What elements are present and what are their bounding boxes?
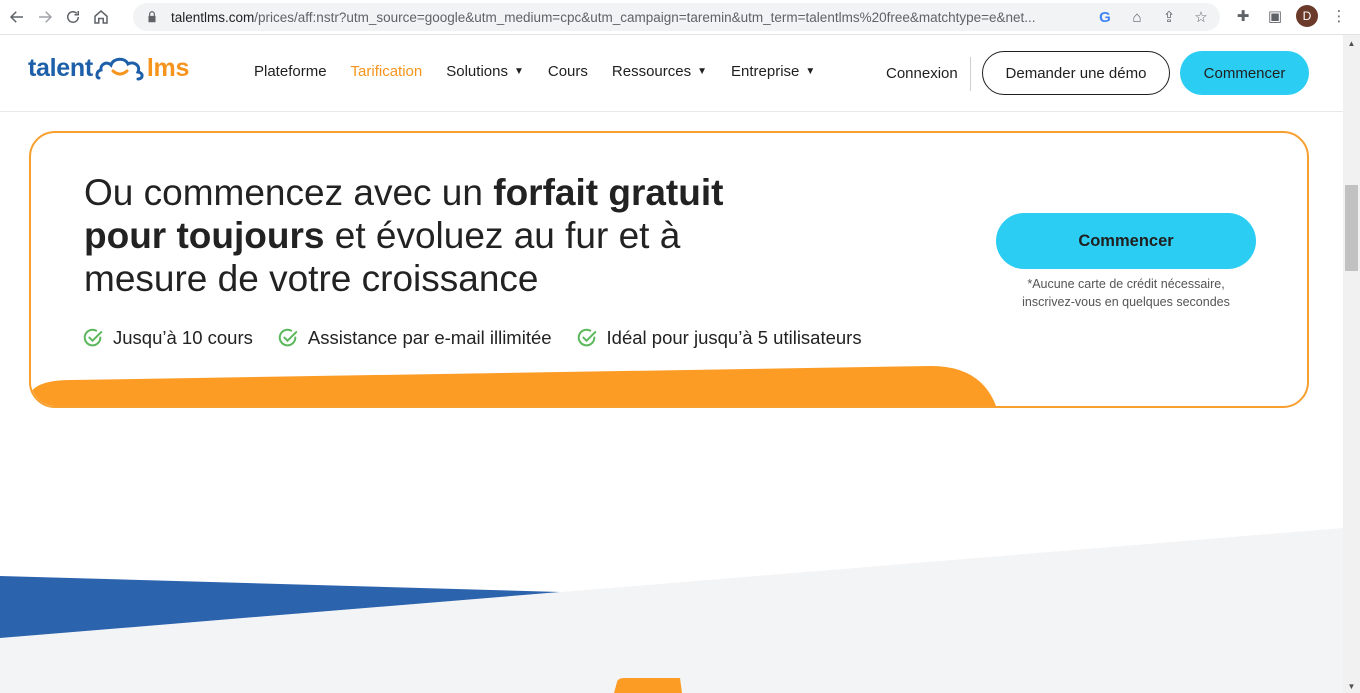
free-plan-card: Ou commencez avec un forfait gratuit pou… <box>29 131 1309 408</box>
scroll-down-arrow-icon[interactable]: ▼ <box>1343 679 1360 693</box>
address-bar[interactable]: talentlms.com/prices/aff:nstr?utm_source… <box>133 3 1220 31</box>
free-plan-headline: Ou commencez avec un forfait gratuit pou… <box>84 172 724 299</box>
check-circle-icon <box>278 328 298 347</box>
nav-item-entreprise[interactable]: Entreprise ▼ <box>731 63 815 80</box>
back-arrow-icon[interactable] <box>3 3 31 31</box>
free-plan-start-button[interactable]: Commencer <box>996 213 1256 269</box>
url-text: talentlms.com/prices/aff:nstr?utm_source… <box>171 9 1036 25</box>
bookmark-star-icon[interactable]: ☆ <box>1190 7 1212 27</box>
cloud-smile-icon <box>95 57 144 80</box>
site-header: talent lms Plateforme Tarification Solut… <box>0 35 1343 112</box>
scrollbar-thumb[interactable] <box>1345 185 1358 271</box>
check-circle-icon <box>577 328 596 347</box>
orange-wave-decoration <box>31 366 996 406</box>
browser-toolbar: talentlms.com/prices/aff:nstr?utm_source… <box>0 0 1360 35</box>
header-start-button[interactable]: Commencer <box>1180 51 1309 95</box>
forward-arrow-icon[interactable] <box>31 3 59 31</box>
nav-item-tarification[interactable]: Tarification <box>351 63 423 80</box>
profile-avatar[interactable]: D <box>1296 5 1318 27</box>
nav-item-ressources[interactable]: Ressources ▼ <box>612 63 707 80</box>
talentlms-logo[interactable]: talent lms <box>28 54 189 83</box>
chevron-down-icon: ▼ <box>805 66 816 77</box>
request-demo-button[interactable]: Demander une démo <box>982 51 1170 95</box>
nav-item-cours[interactable]: Cours <box>548 63 588 80</box>
feature-item: Jusqu’à 10 cours <box>82 327 253 349</box>
extensions-puzzle-icon[interactable]: ✚ <box>1232 4 1254 28</box>
header-divider <box>970 57 971 91</box>
no-credit-card-note: *Aucune carte de crédit nécessaire, insc… <box>1022 277 1230 309</box>
background-shapes-decoration <box>0 528 1343 693</box>
google-icon[interactable]: G <box>1094 7 1116 27</box>
home-icon[interactable] <box>87 3 115 31</box>
main-nav: Plateforme Tarification Solutions ▼ Cours… <box>254 63 839 80</box>
side-panel-icon[interactable]: ▣ <box>1264 4 1286 28</box>
feature-item: Assistance par e-mail illimitée <box>277 327 552 349</box>
nav-item-plateforme[interactable]: Plateforme <box>254 63 327 80</box>
feature-list: Jusqu’à 10 cours Assistance par e-mail i… <box>82 327 886 349</box>
scroll-up-arrow-icon[interactable]: ▲ <box>1343 36 1360 50</box>
translate-icon[interactable]: ⌂ <box>1126 7 1148 27</box>
reload-icon[interactable] <box>59 3 87 31</box>
nav-item-solutions[interactable]: Solutions ▼ <box>446 63 524 80</box>
login-link[interactable]: Connexion <box>886 65 958 82</box>
chevron-down-icon: ▼ <box>697 66 707 77</box>
feature-item: Idéal pour jusqu’à 5 utilisateurs <box>576 327 862 349</box>
check-circle-icon <box>83 328 103 347</box>
share-icon[interactable]: ⇪ <box>1158 7 1180 27</box>
chevron-down-icon: ▼ <box>513 66 524 77</box>
lock-icon <box>148 11 156 23</box>
browser-menu-icon[interactable]: ⋮ <box>1328 4 1350 28</box>
page-scrollbar[interactable] <box>1343 35 1360 693</box>
